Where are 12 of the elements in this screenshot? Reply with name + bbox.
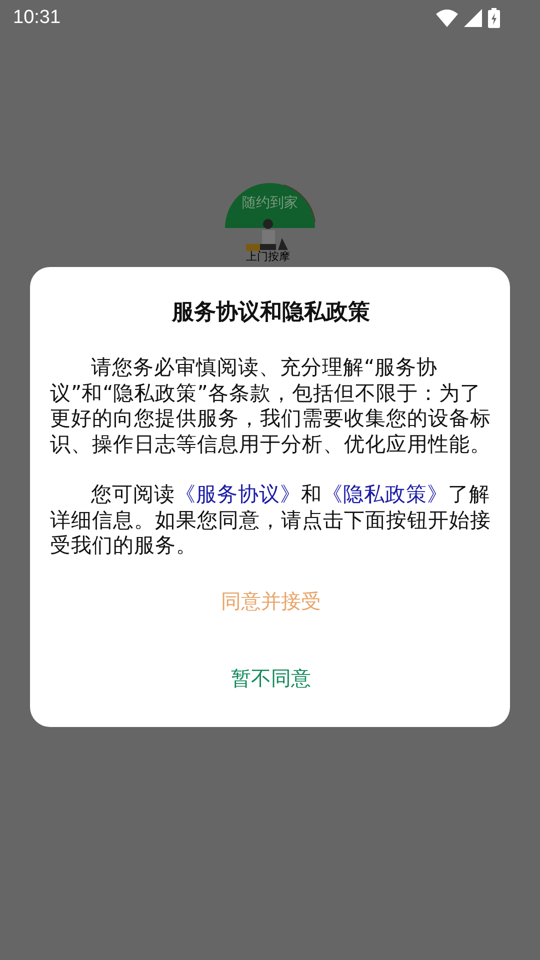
- logo-caption: 上门按摩: [246, 251, 290, 263]
- signal-icon: [464, 9, 482, 27]
- paragraph: 您可阅读《服务协议》和《隐私政策》了解详细信息。如果您同意，请点击下面按钮开始接受我们的服务。: [50, 482, 492, 558]
- wifi-icon: [436, 9, 458, 27]
- policy-link[interactable]: 《隐私政策》: [322, 482, 448, 506]
- dialog-title: 服务协议和隐私政策: [170, 299, 371, 327]
- paragraph: 请您务必审慎阅读、充分理解“服务协议”和“隐私政策”各条款，包括但不限于：为了更好的向您提供服务，我们需要收集您的设备标识、操作日志等信息用于分析、优化应用性能。: [50, 355, 492, 457]
- decline-button[interactable]: 暂不同意: [221, 660, 321, 696]
- logo-title: 随约到家: [241, 194, 299, 212]
- policy-link[interactable]: 《服务协议》: [175, 482, 301, 506]
- battery-icon: [488, 8, 500, 28]
- status-time: 10:31: [13, 7, 61, 29]
